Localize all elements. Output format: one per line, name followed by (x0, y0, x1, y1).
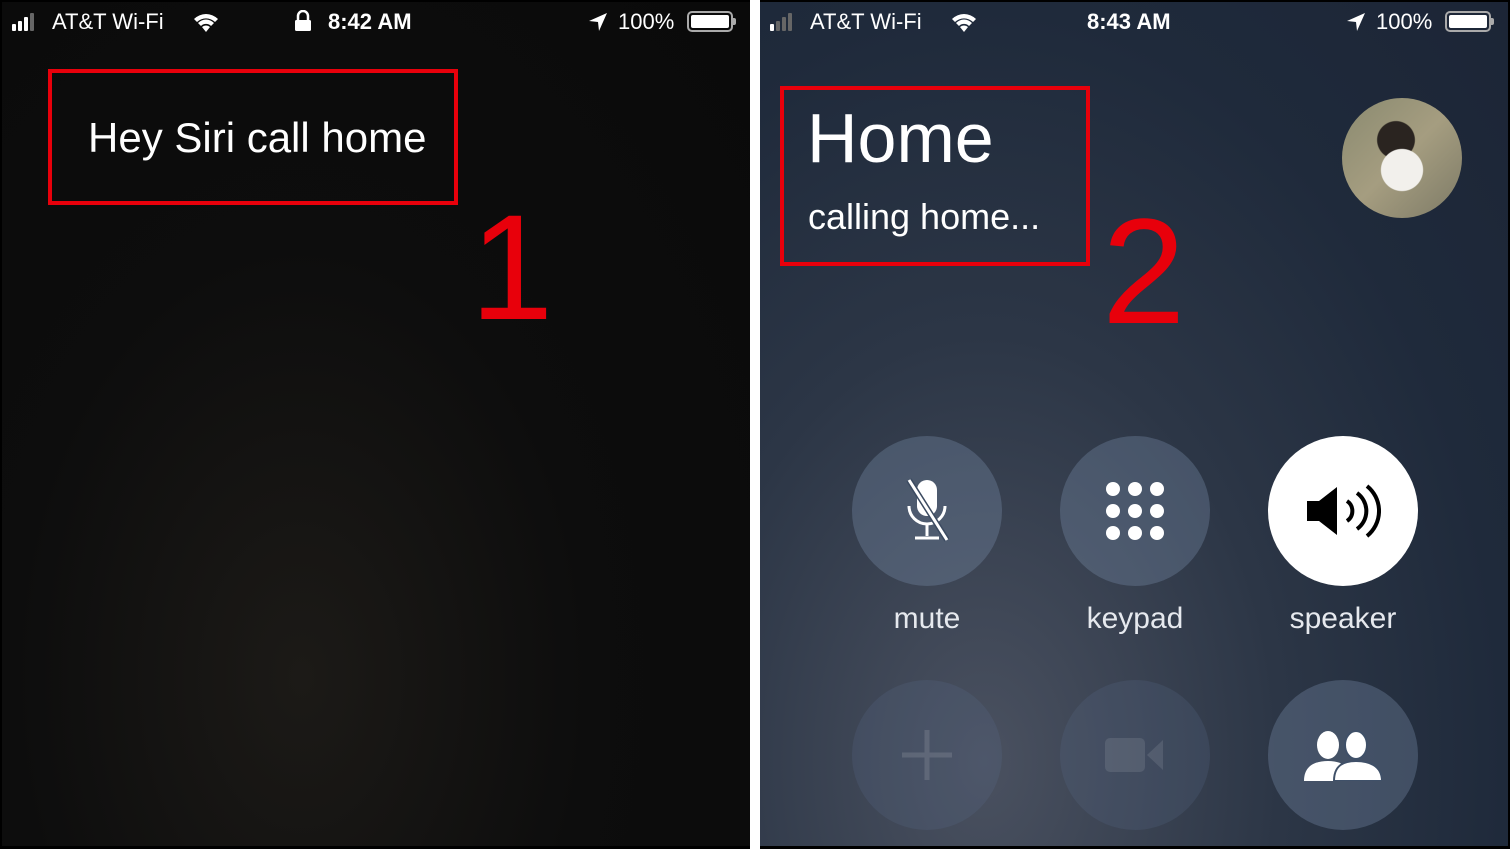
call-screen: AT&T Wi-Fi 8:43 AM 100% Home calling hom… (760, 2, 1508, 846)
keypad-label: keypad (1086, 602, 1184, 635)
battery-percent: 100% (1376, 9, 1433, 34)
mute-label: mute (893, 602, 961, 635)
keypad-icon (1106, 482, 1164, 540)
status-bar: AT&T Wi-Fi 8:43 AM 100% (760, 2, 1508, 42)
mute-microphone-icon (906, 478, 949, 542)
speaker-button[interactable] (1268, 436, 1418, 586)
keypad-button[interactable] (1060, 436, 1210, 586)
carrier-label: AT&T Wi-Fi (810, 9, 922, 34)
signal-bars-icon (770, 13, 792, 31)
location-arrow-icon (589, 13, 607, 31)
signal-bars-icon (12, 13, 34, 31)
wifi-icon (952, 14, 976, 32)
contacts-button[interactable] (1268, 680, 1418, 830)
contacts-icon (1304, 730, 1382, 781)
battery-icon (687, 11, 736, 32)
speaker-label: speaker (1289, 602, 1397, 635)
speaker-icon (1307, 484, 1381, 538)
siri-screen: AT&T Wi-Fi 8:42 AM 100% Hey Siri call ho… (2, 2, 750, 846)
facetime-video-icon (1105, 738, 1163, 772)
contact-name: Home (807, 99, 994, 177)
location-arrow-icon (1347, 13, 1365, 31)
siri-transcript: Hey Siri call home (88, 114, 427, 161)
add-call-icon (902, 730, 952, 780)
step-number-1: 1 (470, 183, 554, 351)
clock: 8:43 AM (1087, 9, 1171, 34)
mute-button[interactable] (852, 436, 1002, 586)
battery-percent: 100% (618, 9, 675, 34)
clock: 8:42 AM (328, 9, 412, 34)
battery-icon (1445, 11, 1494, 32)
step-number-2: 2 (1102, 187, 1186, 355)
status-bar: AT&T Wi-Fi 8:42 AM 100% (2, 2, 750, 42)
facetime-button[interactable] (1060, 680, 1210, 830)
divider (750, 0, 760, 849)
carrier-label: AT&T Wi-Fi (52, 9, 164, 34)
contact-avatar (1342, 98, 1462, 218)
wifi-icon (194, 14, 218, 32)
call-status: calling home... (808, 196, 1041, 237)
add-call-button[interactable] (852, 680, 1002, 830)
lock-icon (295, 10, 311, 31)
